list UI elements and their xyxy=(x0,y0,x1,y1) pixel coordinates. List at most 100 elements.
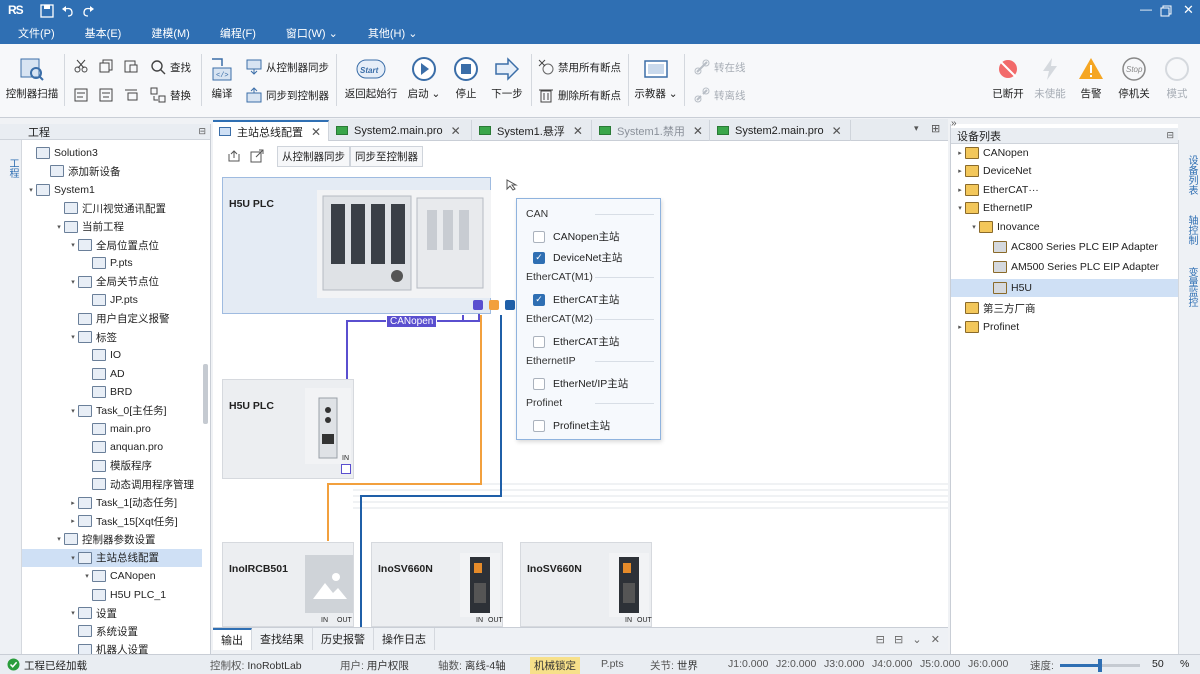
project-tree-row[interactable]: AD xyxy=(22,365,202,383)
device-tree-row[interactable]: ▸ CANopen xyxy=(951,144,1178,162)
doc-tab[interactable]: System1.禁用 ✕ xyxy=(593,120,710,141)
project-tree-row[interactable]: 模版程序 xyxy=(22,457,202,475)
device-tree-row[interactable]: ▸ EtherCAT··· xyxy=(951,181,1178,199)
next-step-button[interactable]: 下一步 xyxy=(487,56,527,101)
checkbox-unchecked-icon[interactable] xyxy=(533,419,545,432)
project-tree-row[interactable]: Solution3 xyxy=(22,144,202,162)
project-tree-row[interactable]: ▸ Task_15[Xqt任务] xyxy=(22,512,202,530)
minimize-button[interactable]: — xyxy=(1140,2,1152,16)
disconnected-status[interactable]: 已断开 xyxy=(988,56,1028,101)
replace-button[interactable]: 替换 xyxy=(150,87,191,103)
popup-checkbox-item[interactable]: EtherNet/IP主站 xyxy=(533,376,628,391)
tree-expand-arrow[interactable]: ▾ xyxy=(26,186,36,194)
device-tree-row[interactable]: ▸ DeviceNet xyxy=(951,162,1178,180)
project-tree-row[interactable]: P.pts xyxy=(22,254,202,272)
copy-icon[interactable] xyxy=(99,59,113,73)
close-tab-icon[interactable]: ✕ xyxy=(451,124,461,138)
tree-expand-arrow[interactable]: ▸ xyxy=(955,323,965,331)
tab-alarm-history[interactable]: 历史报警 xyxy=(313,628,374,650)
device-tree-row[interactable]: AM500 Series PLC EIP Adapter xyxy=(951,258,1178,276)
indent-icon[interactable] xyxy=(124,88,138,102)
teach-pendant-button[interactable]: 示教器 ⌄ xyxy=(632,56,680,101)
start-button[interactable]: 启动 ⌄ xyxy=(404,56,444,101)
project-tree-row[interactable]: ▾ 控制器参数设置 xyxy=(22,530,202,548)
align-left-icon[interactable] xyxy=(74,88,88,102)
checkbox-unchecked-icon[interactable] xyxy=(533,335,545,348)
tree-expand-arrow[interactable]: ▾ xyxy=(68,554,78,562)
menu-window[interactable]: 窗口(W) ⌄ xyxy=(268,25,350,41)
project-tree-row[interactable]: BRD xyxy=(22,383,202,401)
tree-expand-arrow[interactable]: ▾ xyxy=(68,278,78,286)
not-enabled-status[interactable]: 未使能 xyxy=(1030,56,1070,101)
go-offline-button[interactable]: 转离线 xyxy=(694,87,746,103)
device-tree-row[interactable]: 第三方厂商 xyxy=(951,299,1178,317)
panel-pin-icon[interactable]: ⊟ xyxy=(198,126,206,137)
expand-right-icon[interactable]: » xyxy=(951,118,957,129)
tree-expand-arrow[interactable]: ▸ xyxy=(955,186,965,194)
speed-slider-thumb[interactable] xyxy=(1098,659,1102,672)
tab-layout-icon[interactable]: ⊞ xyxy=(931,122,940,135)
project-tree-row[interactable]: ▾ 当前工程 xyxy=(22,218,202,236)
delete-breakpoints-button[interactable]: 删除所有断点 xyxy=(538,87,621,103)
vtab-axis-control[interactable]: 轴控制 xyxy=(1183,210,1197,250)
inoircb501-node[interactable]: InoIRCB501 IN OUT xyxy=(222,542,354,627)
tree-expand-arrow[interactable]: ▾ xyxy=(54,535,64,543)
project-tree-row[interactable]: ▾ CANopen xyxy=(22,567,202,585)
tree-expand-arrow[interactable]: ▾ xyxy=(68,609,78,617)
project-tree-row[interactable]: H5U PLC_1 xyxy=(22,586,202,604)
restore-button[interactable] xyxy=(1160,5,1172,17)
alarm-button[interactable]: 告警 xyxy=(1073,56,1109,101)
inosv660n-node-2[interactable]: InoSV660N IN OUT xyxy=(520,542,652,627)
vtab-device-list[interactable]: 设备列表 xyxy=(1183,150,1197,200)
paste-icon[interactable] xyxy=(124,59,138,73)
close-tab-icon[interactable]: ✕ xyxy=(573,124,583,138)
device-tree-row[interactable]: H5U xyxy=(951,278,1178,297)
tree-expand-arrow[interactable]: ▾ xyxy=(82,572,92,580)
sync-to-controller-button[interactable]: 同步到控制器 xyxy=(246,87,329,103)
speed-slider[interactable] xyxy=(1060,659,1140,672)
checkbox-unchecked-icon[interactable] xyxy=(533,377,545,390)
tree-expand-arrow[interactable]: ▸ xyxy=(68,499,78,507)
device-tree-row[interactable]: ▾ Inovance xyxy=(951,218,1178,236)
popup-checkbox-item[interactable]: Profinet主站 xyxy=(533,418,610,433)
menu-other[interactable]: 其他(H) ⌄ xyxy=(350,25,430,41)
tree-expand-arrow[interactable]: ▸ xyxy=(68,517,78,525)
doc-tab[interactable]: System2.main.pro ✕ xyxy=(330,120,472,141)
doc-tab[interactable]: System1.悬浮 ✕ xyxy=(473,120,592,141)
checkbox-checked-icon[interactable]: ✓ xyxy=(533,293,545,306)
output-panel-controls[interactable]: ⊟ ⊟ ⌄ ✕ xyxy=(876,633,940,646)
project-tree-row[interactable]: 用户自定义报警 xyxy=(22,310,202,328)
go-online-button[interactable]: 转在线 xyxy=(694,59,746,75)
project-tree-row[interactable]: ▾ 主站总线配置 xyxy=(22,548,202,567)
tree-expand-arrow[interactable]: ▾ xyxy=(68,333,78,341)
second-plc-port[interactable] xyxy=(341,464,351,474)
menu-file[interactable]: 文件(P) xyxy=(0,25,67,41)
project-tree-row[interactable]: 动态调用程序管理 xyxy=(22,475,202,493)
popup-checkbox-item[interactable]: CANopen主站 xyxy=(533,229,620,244)
tab-output[interactable]: 输出 xyxy=(213,628,252,650)
stop-button[interactable]: 停止 xyxy=(449,56,483,101)
return-start-button[interactable]: Start 返回起始行 xyxy=(340,56,402,101)
project-tree-row[interactable]: ▾ System1 xyxy=(22,181,202,199)
checkbox-unchecked-icon[interactable] xyxy=(533,230,545,243)
close-tab-icon[interactable]: ✕ xyxy=(693,124,703,138)
project-tree-row[interactable]: 添加新设备 xyxy=(22,162,202,180)
find-button[interactable]: 查找 xyxy=(150,59,191,75)
tab-overflow-icon[interactable]: ▾ xyxy=(914,123,919,134)
menu-basic[interactable]: 基本(E) xyxy=(67,25,134,41)
second-plc-node[interactable]: H5U PLC IN xyxy=(222,379,354,479)
sync-from-controller-button[interactable]: 从控制器同步 xyxy=(246,59,329,75)
save-icon[interactable] xyxy=(40,4,54,18)
project-tree-row[interactable]: ▾ 全局位置点位 xyxy=(22,236,202,254)
tree-expand-arrow[interactable]: ▾ xyxy=(68,241,78,249)
device-panel-pin-icon[interactable]: ⊟ xyxy=(1166,130,1174,141)
menu-modeling[interactable]: 建模(M) xyxy=(133,25,202,41)
project-tree-row[interactable]: ▾ 标签 xyxy=(22,328,202,346)
project-tree-row[interactable]: ▾ 全局关节点位 xyxy=(22,273,202,291)
mechanical-lock-badge[interactable]: 机械锁定 xyxy=(530,657,580,674)
project-tree-row[interactable]: 汇川视觉通讯配置 xyxy=(22,199,202,217)
vtab-variable-monitor[interactable]: 变量监控 xyxy=(1183,262,1197,312)
controller-scan-button[interactable]: 控制器扫描 xyxy=(4,56,60,101)
tree-expand-arrow[interactable]: ▸ xyxy=(955,149,965,157)
port-canopen[interactable] xyxy=(473,300,483,310)
